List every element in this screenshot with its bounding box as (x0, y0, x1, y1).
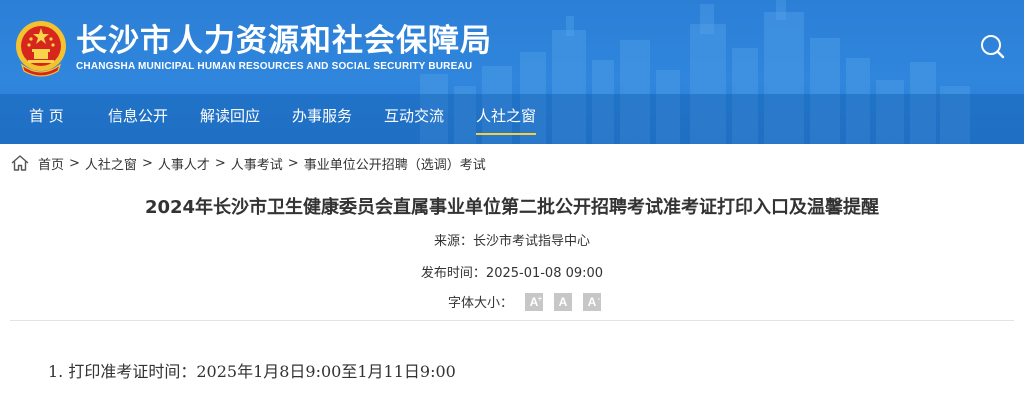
article-divider (10, 320, 1014, 321)
site-brand[interactable]: 长沙市人力资源和社会保障局 CHANGSHA MUNICIPAL HUMAN R… (14, 18, 492, 78)
national-emblem-icon (16, 21, 66, 77)
breadcrumb-separator: > (69, 155, 80, 171)
article-source: 来源：长沙市考试指导中心 (433, 234, 590, 249)
font-size-increase-button[interactable]: A + (525, 292, 543, 311)
breadcrumb: 首页 > 人社之窗 > 人事人才 > 人事考试 > 事业单位公开招聘（选调）考试 (10, 152, 486, 174)
breadcrumb-hr-window[interactable]: 人社之窗 (85, 154, 137, 173)
nav-item-interaction[interactable]: 互动交流 (384, 94, 444, 140)
site-title: 长沙市人力资源和社会保障局 (76, 23, 492, 59)
breadcrumb-personnel[interactable]: 人事人才 (158, 154, 210, 173)
font-size-controls: 字体大小： A + A A- (0, 292, 1024, 311)
nav-item-hr-window[interactable]: 人社之窗 (476, 94, 537, 140)
nav-item-interpretation[interactable]: 解读回应 (200, 94, 260, 140)
site-subtitle: CHANGSHA MUNICIPAL HUMAN RESOURCES AND S… (76, 61, 473, 72)
search-icon[interactable] (978, 32, 1006, 60)
font-size-decrease-button[interactable]: A- (583, 292, 601, 311)
breadcrumb-separator: > (287, 155, 299, 171)
article-publish-time: 发布时间：2025-01-08 09:00 (420, 266, 604, 281)
font-size-default-button[interactable]: A (554, 292, 572, 311)
font-size-label: 字体大小： (447, 296, 513, 311)
article-title: 2024年长沙市卫生健康委员会直属事业单位第二批公开招聘考试准考证打印入口及温馨… (144, 197, 880, 218)
breadcrumb-personnel-exams[interactable]: 人事考试 (231, 154, 283, 173)
nav-item-services[interactable]: 办事服务 (292, 94, 352, 140)
nav-item-info-disclosure[interactable]: 信息公开 (108, 94, 168, 140)
article-body-paragraph: 1. 打印准考证时间：2025年1月8日9:00至1月11日9:00 (48, 362, 456, 381)
nav-item-home[interactable]: 首 页 (29, 94, 64, 140)
home-icon (11, 155, 29, 171)
breadcrumb-separator: > (141, 155, 153, 171)
breadcrumb-public-recruitment-exams[interactable]: 事业单位公开招聘（选调）考试 (304, 154, 486, 173)
breadcrumb-home[interactable]: 首页 (38, 154, 64, 173)
breadcrumb-separator: > (214, 155, 226, 171)
